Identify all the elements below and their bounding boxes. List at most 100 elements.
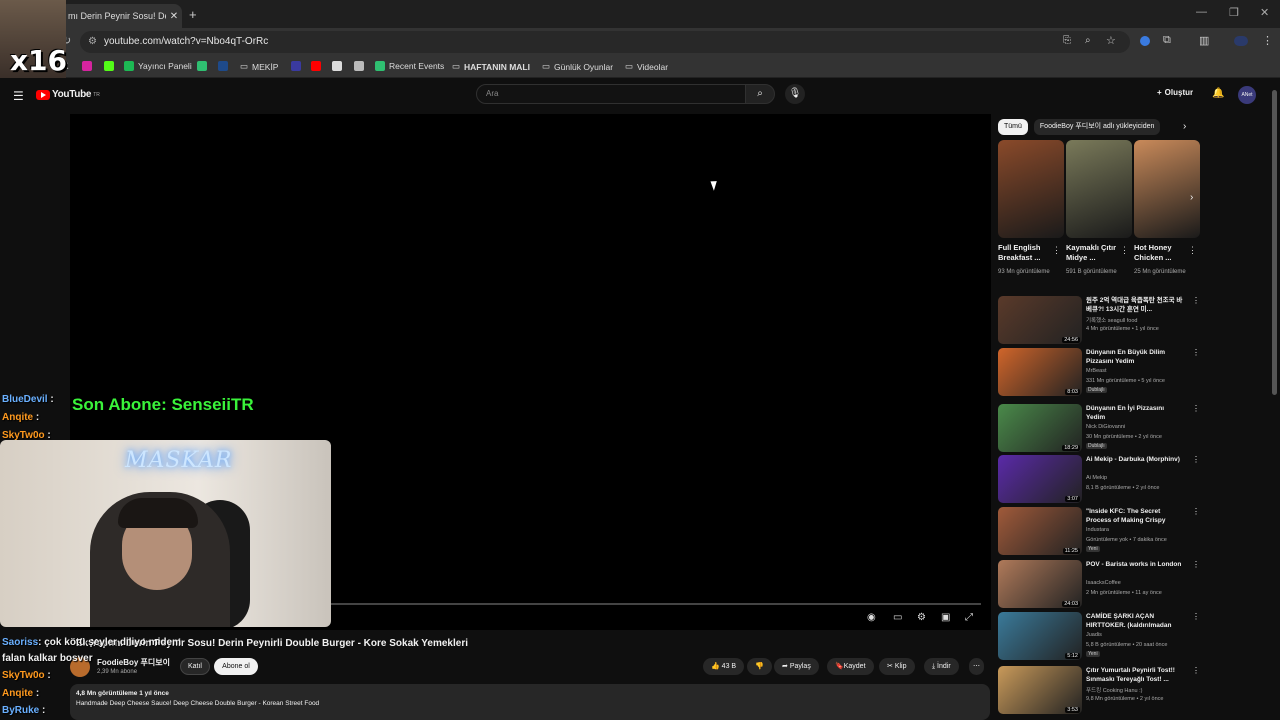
related-channel[interactable]: MrBeast bbox=[1086, 368, 1106, 374]
site-info-icon[interactable]: ⚙ bbox=[88, 31, 97, 53]
subscribe-button[interactable]: Abone ol bbox=[214, 658, 258, 675]
side-panel-icon[interactable]: ▥ bbox=[1199, 34, 1209, 47]
related-channel[interactable]: Juadis bbox=[1086, 632, 1102, 638]
close-tab-icon[interactable]: ✕ bbox=[166, 11, 182, 22]
related-channel[interactable]: 푸드킹 Cooking Hanu :) bbox=[1086, 686, 1142, 694]
related-title[interactable]: Çıtır Yumurtalı Peynirli Tost!! Sınmaskı… bbox=[1086, 666, 1184, 684]
video-menu-icon[interactable]: ⋮ bbox=[1192, 404, 1200, 413]
chevron-right-icon[interactable]: › bbox=[1183, 121, 1186, 132]
related-channel[interactable]: IsaacksCoffee bbox=[1086, 580, 1121, 586]
youtube-logo[interactable]: YouTube TR bbox=[36, 89, 100, 100]
bookmark-icon-6[interactable] bbox=[354, 61, 364, 71]
join-button[interactable]: Katıl bbox=[180, 658, 210, 675]
bookmark-icon-5[interactable] bbox=[332, 61, 342, 71]
chip-all[interactable]: Tümü bbox=[998, 119, 1028, 135]
menu-icon[interactable]: ☰ bbox=[13, 89, 24, 103]
more-actions-button[interactable]: ⋯ bbox=[969, 658, 984, 675]
account-avatar[interactable]: ANet bbox=[1238, 86, 1256, 104]
related-title[interactable]: Dünyanın En Büyük Dilim Pizzasını Yedim bbox=[1086, 348, 1184, 366]
related-video[interactable]: 3:07 Ai Mekip - Darbuka (Morphinv) Ai Meki… bbox=[998, 455, 1200, 505]
short-menu-icon[interactable]: ⋮ bbox=[1052, 245, 1061, 256]
related-video[interactable]: 5:12 CAMİDE ŞARKI AÇAN HIRTTOKER. (kaldır… bbox=[998, 612, 1200, 662]
voice-search-button[interactable]: 🎙 bbox=[785, 84, 805, 104]
related-channel[interactable]: Nick DiGiovanni bbox=[1086, 424, 1125, 430]
fullscreen-icon[interactable]: ⤢ bbox=[965, 612, 973, 623]
youtube-bookmark-icon[interactable] bbox=[311, 61, 321, 71]
short-thumbnail[interactable] bbox=[1066, 140, 1132, 238]
profile-avatar[interactable] bbox=[1234, 36, 1248, 46]
related-title[interactable]: CAMİDE ŞARKI AÇAN HIRTTOKER. (kaldırılma… bbox=[1086, 612, 1184, 630]
short-thumbnail[interactable] bbox=[1134, 140, 1200, 238]
related-video[interactable]: 18:29 Dünyanın En İyi Pizzasını Yedim Nick… bbox=[998, 404, 1200, 454]
related-video[interactable]: 24:03 POV - Barista works in London Isaack… bbox=[998, 560, 1200, 610]
close-window-icon[interactable]: ✕ bbox=[1260, 6, 1269, 19]
related-title[interactable]: "Inside KFC: The Secret Process of Makin… bbox=[1086, 507, 1184, 525]
zoom-icon[interactable]: ⌕ bbox=[1085, 35, 1091, 46]
related-video[interactable]: 8:03 Dünyanın En Büyük Dilim Pizzasını Ye… bbox=[998, 348, 1200, 398]
chip-from-uploader[interactable]: FoodieBoy 푸디보이 adlı yükleyiciden bbox=[1033, 119, 1161, 135]
kick-bookmark-icon[interactable] bbox=[104, 61, 114, 71]
bookmark-icon-3[interactable] bbox=[218, 61, 228, 71]
notifications-bell-icon[interactable]: 🔔 bbox=[1212, 88, 1224, 99]
subtitles-icon[interactable]: ▭ bbox=[893, 612, 902, 623]
short-title[interactable]: Full English Breakfast ... bbox=[998, 243, 1056, 263]
short-menu-icon[interactable]: ⋮ bbox=[1188, 245, 1197, 256]
channel-name[interactable]: FoodieBoy 푸디보이 bbox=[97, 657, 170, 668]
related-video[interactable]: 11:25 "Inside KFC: The Secret Process of … bbox=[998, 507, 1200, 557]
video-menu-icon[interactable]: ⋮ bbox=[1192, 455, 1200, 464]
autoplay-toggle-icon[interactable]: ◉ bbox=[867, 612, 876, 623]
short-thumbnail[interactable] bbox=[998, 140, 1064, 238]
related-video[interactable]: 3:53 Çıtır Yumurtalı Peynirli Tost!! Sınm… bbox=[998, 666, 1200, 716]
install-icon[interactable]: ⎘ bbox=[1063, 35, 1071, 46]
minimize-icon[interactable]: — bbox=[1196, 6, 1207, 18]
related-title[interactable]: 원주 2억 역대급 육즙폭탄 천조국 바베큐?! 13시간 훈연 미... bbox=[1086, 296, 1184, 314]
bookmark-yayinci-paneli[interactable]: Yayıncı Paneli bbox=[124, 61, 192, 71]
shorts-next-icon[interactable]: › bbox=[1190, 192, 1193, 203]
related-channel[interactable]: Industara bbox=[1086, 527, 1109, 533]
video-menu-icon[interactable]: ⋮ bbox=[1192, 296, 1200, 305]
bookmark-recent-events[interactable]: Recent Events bbox=[375, 61, 444, 71]
browser-menu-icon[interactable]: ⋮ bbox=[1262, 34, 1273, 47]
related-title[interactable]: POV - Barista works in London bbox=[1086, 560, 1184, 569]
short-menu-icon[interactable]: ⋮ bbox=[1120, 245, 1129, 256]
video-menu-icon[interactable]: ⋮ bbox=[1192, 560, 1200, 569]
search-input[interactable]: Ara bbox=[476, 84, 746, 104]
related-title[interactable]: Dünyanın En İyi Pizzasını Yedim bbox=[1086, 404, 1184, 422]
short-title[interactable]: Hot Honey Chicken ... bbox=[1134, 243, 1192, 263]
scrollbar-thumb[interactable] bbox=[1272, 90, 1277, 395]
save-button[interactable]: 🔖Kaydet bbox=[827, 658, 874, 675]
instagram-bookmark-icon[interactable] bbox=[82, 61, 92, 71]
browser-tab[interactable]: mı Derin Peynir Sosu! De ✕ bbox=[60, 4, 182, 28]
download-button[interactable]: ⤓ İndir bbox=[924, 658, 959, 675]
settings-gear-icon[interactable]: ⚙ bbox=[917, 612, 926, 623]
dislike-button[interactable]: 👎 bbox=[747, 658, 772, 675]
video-menu-icon[interactable]: ⋮ bbox=[1192, 507, 1200, 516]
search-button[interactable]: ⌕ bbox=[745, 84, 775, 104]
bookmark-gunluk-oyunlar[interactable]: ▭ Günlük Oyunlar bbox=[542, 61, 613, 72]
restore-icon[interactable]: ❐ bbox=[1229, 6, 1239, 19]
like-button[interactable]: 👍 43 B bbox=[703, 658, 745, 675]
video-menu-icon[interactable]: ⋮ bbox=[1192, 612, 1200, 621]
description-box[interactable]: 4,8 Mn görüntüleme 1 yıl önce Handmade D… bbox=[70, 684, 990, 720]
related-video[interactable]: 24:56 원주 2억 역대급 육즙폭탄 천조국 바베큐?! 13시간 훈연 미.… bbox=[998, 296, 1200, 346]
video-menu-icon[interactable]: ⋮ bbox=[1192, 666, 1200, 675]
related-channel[interactable]: 기록했소 seagull food bbox=[1086, 316, 1137, 324]
clip-button[interactable]: ✂ Klip bbox=[879, 658, 915, 675]
extensions-puzzle-icon[interactable]: ⧉ bbox=[1163, 34, 1171, 47]
related-channel[interactable]: Ai Mekip bbox=[1086, 475, 1107, 481]
bookmark-star-icon[interactable]: ☆ bbox=[1106, 34, 1116, 47]
bookmark-icon-2[interactable] bbox=[197, 61, 207, 71]
bookmark-mekip[interactable]: ▭ MEKİP bbox=[240, 61, 278, 72]
short-title[interactable]: Kaymaklı Çıtır Midye ... bbox=[1066, 243, 1124, 263]
bookmark-icon-4[interactable] bbox=[291, 61, 301, 71]
create-button[interactable]: + Oluştur bbox=[1157, 88, 1193, 97]
bookmark-videolar[interactable]: ▭ Videolar bbox=[625, 61, 668, 72]
video-menu-icon[interactable]: ⋮ bbox=[1192, 348, 1200, 357]
address-bar[interactable]: ⚙ youtube.com/watch?v=Nbo4qT-OrRc bbox=[80, 31, 1130, 53]
related-title[interactable]: Ai Mekip - Darbuka (Morphinv) bbox=[1086, 455, 1184, 464]
bookmark-haftanin-mali[interactable]: ▭ HAFTANIN MALI bbox=[452, 61, 530, 72]
share-button[interactable]: ➦ Paylaş bbox=[774, 658, 819, 675]
theater-mode-icon[interactable]: ▣ bbox=[941, 612, 950, 623]
extension-icon[interactable] bbox=[1140, 36, 1150, 46]
new-tab-icon[interactable]: + bbox=[189, 7, 197, 22]
